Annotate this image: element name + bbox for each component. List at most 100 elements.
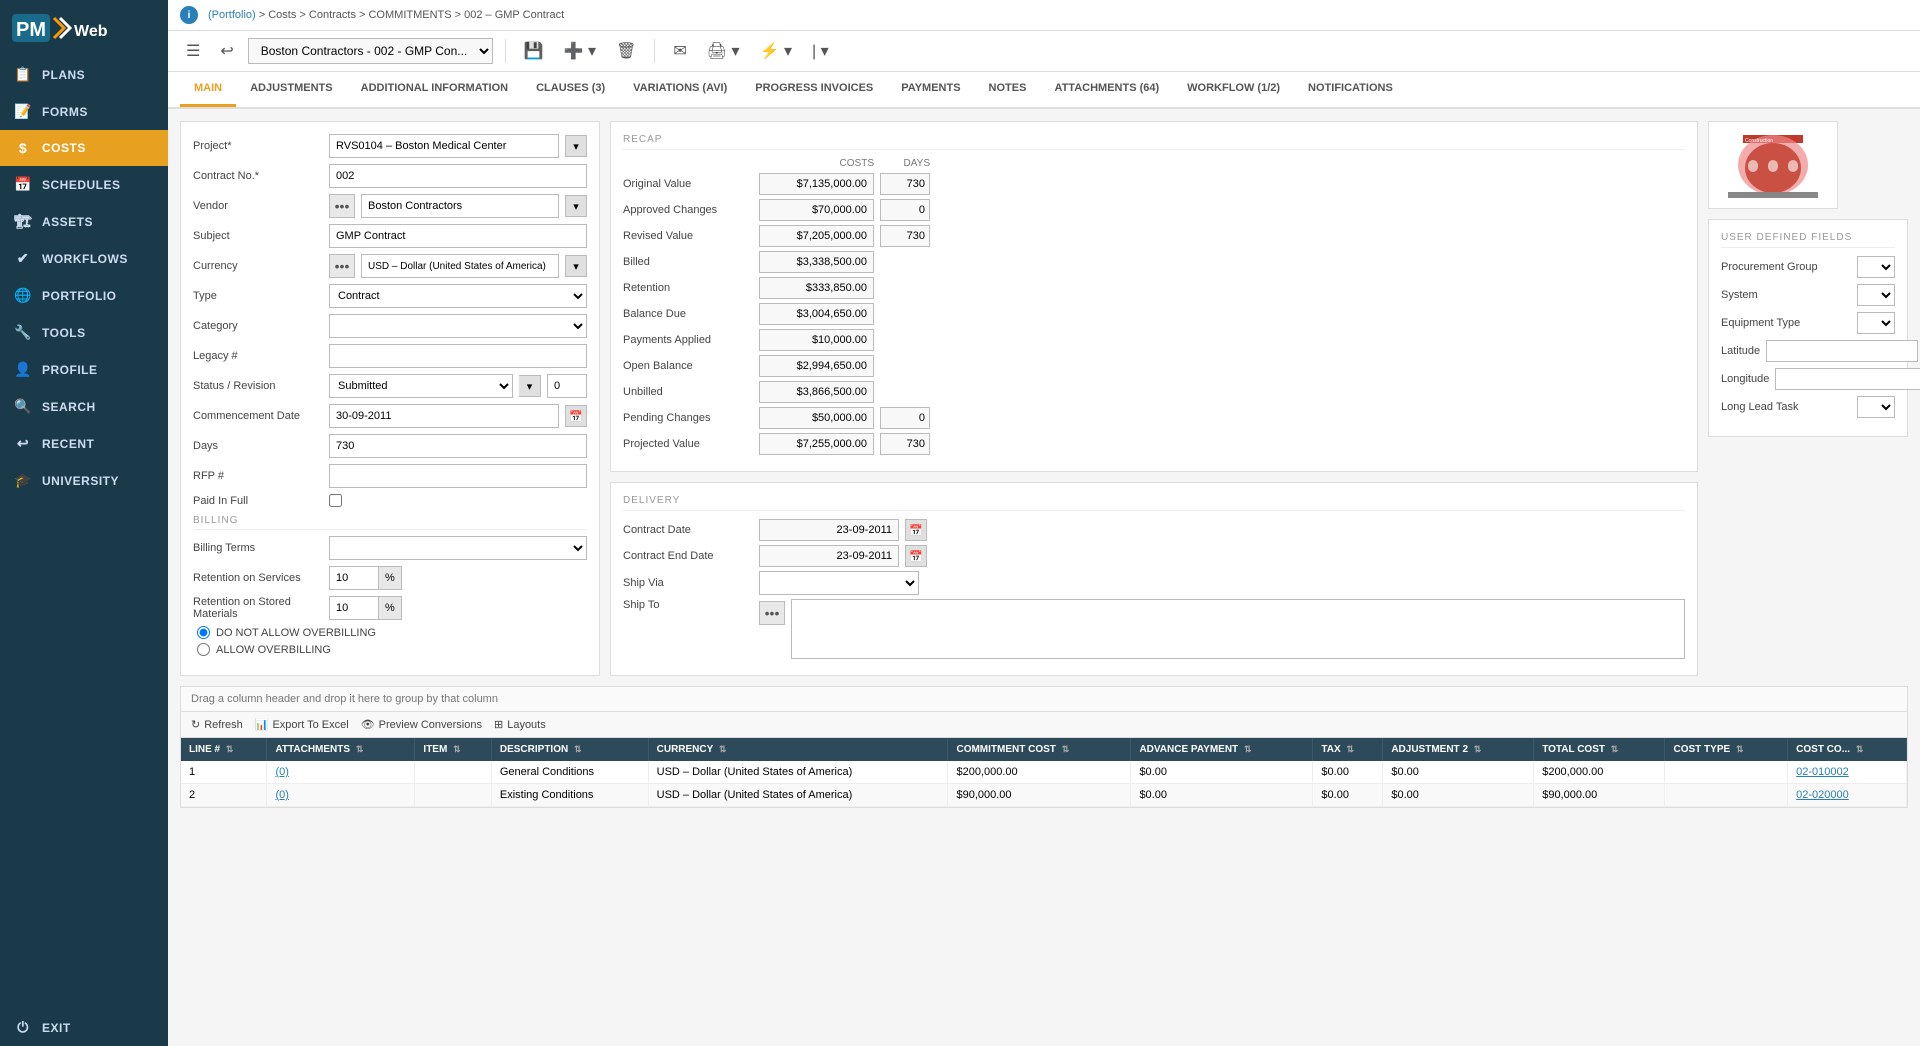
recap-days-10[interactable]: [880, 433, 930, 455]
sidebar-item-plans[interactable]: 📋 Plans: [0, 56, 168, 93]
status-revision-input[interactable]: [547, 374, 587, 398]
sidebar-item-assets[interactable]: 🏗 Assets: [0, 203, 168, 240]
recap-costs-7[interactable]: [759, 355, 874, 377]
undo-button[interactable]: ↩: [214, 37, 239, 65]
contract-end-input[interactable]: [759, 545, 899, 567]
col-commitment-cost[interactable]: COMMITMENT COST ⇅: [948, 738, 1131, 761]
add-button[interactable]: ➕ ▾: [558, 37, 602, 65]
recap-costs-2[interactable]: [759, 225, 874, 247]
col-line[interactable]: LINE # ⇅: [181, 738, 267, 761]
recap-days-0[interactable]: [880, 173, 930, 195]
ship-to-textarea[interactable]: [791, 599, 1685, 659]
tab-payments[interactable]: Payments: [887, 72, 974, 107]
contract-no-input[interactable]: [329, 164, 587, 188]
vendor-dropdown-btn[interactable]: ▾: [565, 195, 587, 217]
paid-in-full-checkbox[interactable]: [329, 494, 342, 507]
udf-select-5[interactable]: [1857, 396, 1895, 418]
tab-notifications[interactable]: Notifications: [1294, 72, 1407, 107]
rfp-input[interactable]: [329, 464, 587, 488]
udf-select-2[interactable]: [1857, 312, 1895, 334]
tab-workflow[interactable]: Workflow (1/2): [1173, 72, 1294, 107]
sidebar-item-costs[interactable]: $ Costs: [0, 130, 168, 166]
cell-attachments-1[interactable]: (0): [267, 784, 415, 807]
sidebar-item-profile[interactable]: 👤 Profile: [0, 351, 168, 388]
recap-costs-0[interactable]: [759, 173, 874, 195]
record-selector[interactable]: Boston Contractors - 002 - GMP Con...: [248, 38, 493, 64]
sidebar-item-search[interactable]: 🔍 Search: [0, 388, 168, 425]
recap-costs-4[interactable]: [759, 277, 874, 299]
recap-costs-10[interactable]: [759, 433, 874, 455]
col-description[interactable]: DESCRIPTION ⇅: [491, 738, 648, 761]
status-dropdown-btn[interactable]: ▾: [519, 375, 541, 397]
lightning-button[interactable]: ⚡ ▾: [754, 37, 798, 65]
export-excel-button[interactable]: 📊 Export To Excel: [255, 718, 349, 731]
recap-costs-9[interactable]: [759, 407, 874, 429]
sidebar-item-forms[interactable]: 📝 Forms: [0, 93, 168, 130]
delete-button[interactable]: 🗑: [610, 37, 642, 65]
layouts-button[interactable]: ⊞ Layouts: [494, 718, 546, 731]
col-cost-code[interactable]: COST CO... ⇅: [1788, 738, 1907, 761]
cell-attachments-0[interactable]: (0): [267, 761, 415, 784]
recap-days-1[interactable]: [880, 199, 930, 221]
col-cost-type[interactable]: COST TYPE ⇅: [1665, 738, 1788, 761]
save-button[interactable]: 💾: [518, 37, 550, 65]
recap-costs-8[interactable]: [759, 381, 874, 403]
subject-input[interactable]: [329, 224, 587, 248]
overbilling-yes-radio[interactable]: [197, 643, 210, 656]
cell-costcode-0[interactable]: 02-010002: [1788, 761, 1907, 784]
col-item[interactable]: ITEM ⇅: [415, 738, 491, 761]
sidebar-item-workflows[interactable]: ✔ Workflows: [0, 240, 168, 277]
recap-costs-3[interactable]: [759, 251, 874, 273]
tab-notes[interactable]: Notes: [975, 72, 1041, 107]
billing-terms-select[interactable]: [329, 536, 587, 560]
preview-conversions-button[interactable]: 👁 Preview Conversions: [361, 718, 482, 731]
contract-end-cal-btn[interactable]: 📅: [905, 545, 927, 567]
recap-days-9[interactable]: [880, 407, 930, 429]
tab-main[interactable]: Main: [180, 72, 236, 107]
tab-additional[interactable]: Additional Information: [347, 72, 522, 107]
refresh-button[interactable]: ↻ Refresh: [191, 718, 243, 731]
project-input[interactable]: [329, 134, 559, 158]
overbilling-no-radio[interactable]: [197, 626, 210, 639]
tab-adjustments[interactable]: Adjustments: [236, 72, 347, 107]
commencement-calendar-btn[interactable]: 📅: [565, 405, 587, 427]
pipe-button[interactable]: | ▾: [806, 37, 835, 65]
contract-date-cal-btn[interactable]: 📅: [905, 519, 927, 541]
print-button[interactable]: 🖨 ▾: [701, 37, 746, 65]
udf-select-0[interactable]: [1857, 256, 1895, 278]
col-total-cost[interactable]: TOTAL COST ⇅: [1534, 738, 1665, 761]
sidebar-item-portfolio[interactable]: 🌐 Portfolio: [0, 277, 168, 314]
sidebar-item-tools[interactable]: 🔧 Tools: [0, 314, 168, 351]
currency-input[interactable]: [361, 254, 559, 278]
vendor-input[interactable]: [361, 194, 559, 218]
sidebar-item-recent[interactable]: ↩ Recent: [0, 425, 168, 462]
col-adjustment2[interactable]: ADJUSTMENT 2 ⇅: [1383, 738, 1534, 761]
retention-services-input[interactable]: [329, 566, 379, 590]
col-currency[interactable]: CURRENCY ⇅: [648, 738, 948, 761]
currency-more-btn[interactable]: •••: [329, 254, 355, 278]
currency-dropdown-btn[interactable]: ▾: [565, 255, 587, 277]
tab-variations[interactable]: Variations (AVI): [619, 72, 741, 107]
tab-attachments[interactable]: Attachments (64): [1040, 72, 1173, 107]
breadcrumb-portfolio[interactable]: (Portfolio): [208, 9, 256, 21]
vendor-more-btn[interactable]: •••: [329, 194, 355, 218]
email-button[interactable]: ✉: [667, 37, 692, 65]
col-advance-payment[interactable]: ADVANCE PAYMENT ⇅: [1131, 738, 1313, 761]
project-dropdown-btn[interactable]: ▾: [565, 135, 587, 157]
status-select[interactable]: Submitted: [329, 374, 513, 398]
retention-materials-input[interactable]: [329, 596, 379, 620]
ship-to-more-btn[interactable]: •••: [759, 601, 785, 625]
sidebar-item-schedules[interactable]: 📅 Schedules: [0, 166, 168, 203]
days-input[interactable]: [329, 434, 587, 458]
contract-date-input[interactable]: [759, 519, 899, 541]
tab-progress[interactable]: Progress Invoices: [741, 72, 887, 107]
legacy-input[interactable]: [329, 344, 587, 368]
commencement-input[interactable]: [329, 404, 559, 428]
ship-via-select[interactable]: [759, 571, 919, 595]
sidebar-item-university[interactable]: 🎓 University: [0, 462, 168, 499]
recap-costs-5[interactable]: [759, 303, 874, 325]
col-attachments[interactable]: ATTACHMENTS ⇅: [267, 738, 415, 761]
cell-costcode-1[interactable]: 02-020000: [1788, 784, 1907, 807]
type-select[interactable]: Contract: [329, 284, 587, 308]
udf-select-1[interactable]: [1857, 284, 1895, 306]
